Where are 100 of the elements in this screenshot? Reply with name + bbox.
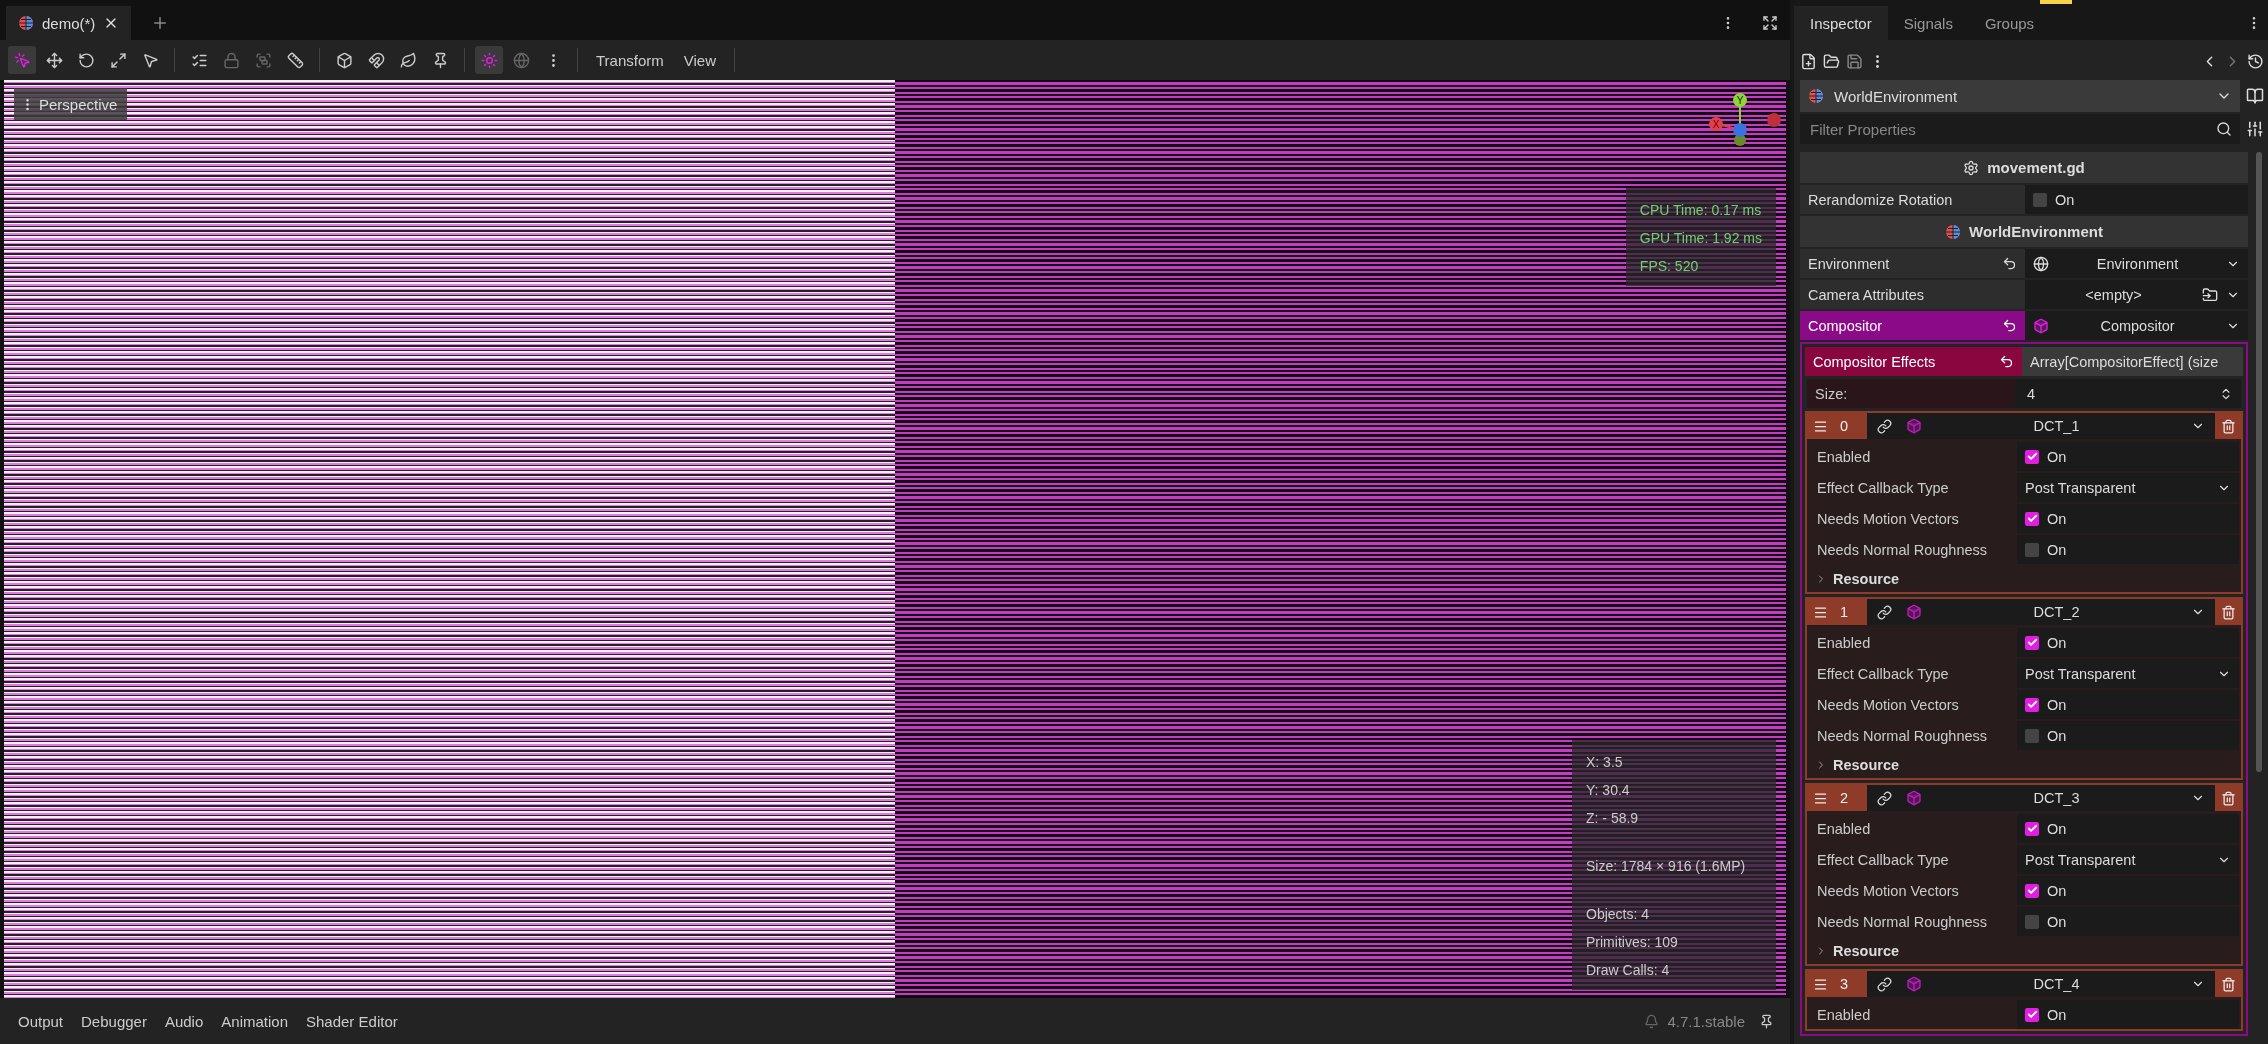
section-label: Resource	[1833, 571, 1900, 587]
delete-button[interactable]	[2215, 971, 2241, 997]
fullscreen-icon[interactable]	[1762, 15, 1778, 31]
drag-handle-icon[interactable]	[1813, 976, 1828, 992]
element-index[interactable]: 1	[1807, 599, 1867, 625]
link-icon[interactable]	[1877, 418, 1892, 434]
checkbox[interactable]	[2025, 511, 2039, 526]
resource-section[interactable]: Resource	[1809, 752, 2239, 778]
checkbox[interactable]	[2033, 192, 2047, 207]
sun-icon[interactable]	[475, 46, 503, 74]
folder-icon[interactable]	[1823, 52, 1840, 70]
resource-picker[interactable]: <empty>	[2025, 280, 2248, 309]
resource-section[interactable]: Resource	[1809, 566, 2239, 592]
element-index[interactable]: 0	[1807, 413, 1867, 439]
size-label: Size:	[1814, 384, 1849, 404]
link-icon[interactable]	[1877, 604, 1892, 620]
resource-picker[interactable]: Compositor	[2025, 311, 2248, 340]
bottom-panel-tab[interactable]: Animation	[213, 1008, 296, 1034]
size-spinbox[interactable]: 4	[2015, 379, 2241, 408]
docs-icon[interactable]	[2246, 87, 2264, 105]
section-header[interactable]: movement.gd	[1800, 152, 2248, 183]
revert-icon[interactable]	[2002, 318, 2017, 333]
resource-name: DCT_3	[2032, 790, 2081, 806]
trash-icon	[2220, 790, 2236, 806]
stat-text: CPU Time: 0.17 ms	[1639, 201, 1762, 220]
save-icon[interactable]	[1846, 52, 1863, 70]
resource-picker[interactable]: DCT_3	[1867, 785, 2215, 811]
bottom-panel-tab[interactable]: Shader Editor	[298, 1008, 406, 1034]
info-text: Size: 1784 × 916 (1.6MP)	[1586, 857, 1747, 876]
resource-name: DCT_2	[2032, 604, 2081, 620]
checkbox[interactable]	[2025, 728, 2039, 743]
folder-icon[interactable]	[2202, 286, 2218, 303]
checkbox[interactable]	[2025, 542, 2039, 557]
menu-button[interactable]: View	[675, 51, 725, 69]
bottom-panel-tab[interactable]: Debugger	[73, 1008, 155, 1034]
info-text: Y: 30.4	[1586, 781, 1631, 800]
checkbox[interactable]	[2025, 697, 2039, 712]
scrollbar[interactable]	[2256, 152, 2262, 772]
enum-dropdown[interactable]: Post Transparent	[2017, 473, 2239, 502]
bottom-panel-tab[interactable]: Output	[10, 1008, 72, 1034]
delete-button[interactable]	[2215, 599, 2241, 625]
property-label: Needs Motion Vectors	[1816, 695, 1960, 715]
inspector-tab[interactable]: Signals	[1887, 6, 1969, 40]
axis-gizmo[interactable]: Y X	[1704, 90, 1784, 160]
index-text: 1	[1840, 604, 1849, 620]
gear-icon	[1963, 159, 1980, 176]
link-icon[interactable]	[1877, 976, 1892, 992]
drag-handle-icon[interactable]	[1813, 604, 1828, 620]
inspector-tab[interactable]: Inspector	[1794, 6, 1888, 40]
checkbox[interactable]	[2025, 449, 2039, 464]
property-label: Effect Callback Type	[1816, 850, 1950, 870]
element-index[interactable]: 3	[1807, 971, 1867, 997]
resource-section[interactable]: Resource	[1809, 938, 2239, 964]
checkbox[interactable]	[2025, 914, 2039, 929]
checkbox[interactable]	[2025, 883, 2039, 898]
bottom-panel-tab[interactable]: Audio	[156, 1008, 212, 1034]
info-text: Z: - 58.9	[1586, 809, 1640, 828]
drag-handle-icon[interactable]	[1813, 790, 1828, 806]
info-text: X: 3.5	[1586, 753, 1624, 772]
trash-icon	[2220, 604, 2236, 620]
settings-icon[interactable]	[2246, 120, 2264, 138]
section-label: Resource	[1833, 757, 1900, 773]
revert-icon[interactable]	[1999, 354, 2014, 369]
revert-icon[interactable]	[2002, 256, 2017, 271]
resource-picker[interactable]: Environment	[2025, 249, 2248, 278]
bell-icon[interactable]	[1644, 1013, 1660, 1029]
drag-handle-icon[interactable]	[1813, 418, 1828, 434]
checkbox[interactable]	[2025, 635, 2039, 650]
new-resource-icon[interactable]	[1800, 52, 1817, 70]
filter-input[interactable]: Filter Properties	[1808, 119, 2216, 139]
section-header[interactable]: WorldEnvironment	[1800, 216, 2248, 247]
resource-picker[interactable]: DCT_1	[1867, 413, 2215, 439]
inspector-tab[interactable]: Groups	[1968, 6, 2051, 40]
history-icon[interactable]	[2247, 52, 2264, 70]
info-text: Draw Calls: 4	[1586, 961, 1671, 980]
perspective-menu[interactable]: Perspective	[14, 88, 128, 120]
delete-button[interactable]	[2215, 413, 2241, 439]
node-selector[interactable]: WorldEnvironment	[1800, 80, 2240, 112]
cube-icon	[1906, 976, 1922, 992]
resource-picker[interactable]: DCT_2	[1867, 599, 2215, 625]
checkbox-label: On	[2055, 191, 2075, 208]
link-icon[interactable]	[1877, 790, 1892, 806]
checkbox[interactable]	[2025, 821, 2039, 836]
enum-dropdown[interactable]: Post Transparent	[2017, 845, 2239, 874]
section-title: WorldEnvironment	[1969, 223, 2103, 240]
delete-button[interactable]	[2215, 785, 2241, 811]
filter-field[interactable]: Filter Properties	[1800, 114, 2240, 144]
resource-picker[interactable]: DCT_4	[1867, 971, 2215, 997]
element-index[interactable]: 2	[1807, 785, 1867, 811]
enum-dropdown[interactable]: Post Transparent	[2017, 659, 2239, 688]
world-icon	[1945, 223, 1962, 240]
resource-name: DCT_4	[2032, 976, 2081, 992]
scene-tab[interactable]: demo(*)	[6, 6, 132, 40]
checkbox[interactable]	[2025, 1007, 2039, 1022]
checkbox-label: On	[2047, 634, 2067, 651]
section-title: movement.gd	[1987, 159, 2085, 176]
array-value[interactable]: Array[CompositorEffect] (size	[2022, 347, 2243, 376]
pin-icon[interactable]	[1759, 1013, 1774, 1029]
checkbox-label: On	[2047, 510, 2067, 527]
menu-button[interactable]: Transform	[588, 51, 672, 69]
